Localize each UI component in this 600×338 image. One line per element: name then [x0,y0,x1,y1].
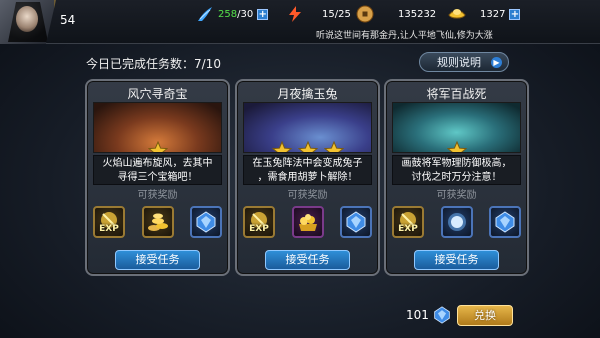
add-stamina-button[interactable]: + [257,8,269,20]
star-icon [323,141,344,152]
star-icon [297,141,318,152]
reward-list: EXP [243,206,372,238]
daily-progress: 今日已完成任务数：7/10 [86,57,221,71]
task-description: 画鼓将军物理防御极高， 讨伐之时万分注意！ [392,155,521,185]
task-description: 火焰山遍布旋风，去其中 寻得三个宝箱吧！ [93,155,222,185]
accept-task-button[interactable]: 接受任务 [414,250,499,270]
task-description-line: 寻得三个宝箱吧！ [117,172,198,183]
reward-list: EXP [392,206,521,238]
star-icon [446,141,467,152]
task-art-image [243,102,372,153]
exp-reward-icon[interactable]: EXP [93,206,125,238]
exchange-button[interactable]: 兑换 [457,305,513,326]
token-balance: 101 [406,306,451,324]
task-description-line: 画鼓将军物理防御极高， [401,158,512,169]
task-description: 在玉兔阵法中会变成兔子 ，需食用胡萝卜解除！ [243,155,372,185]
avatar-face [16,6,38,32]
task-description-line: 在玉兔阵法中会变成兔子 [252,158,363,169]
exp-reward-icon[interactable]: EXP [392,206,424,238]
player-level: 54 [60,13,76,27]
gold-ingot-icon [448,5,466,23]
top-bar: 54 258 /30 + 15/25 135232 1327 + 听说这世间有那… [0,0,600,44]
task-title: 风穴寻奇宝 [127,87,188,101]
rewards-label: 可获奖励 [137,190,178,201]
coins-stat: 135232 [356,5,437,23]
spirit-orb-reward-icon[interactable] [440,206,473,238]
blue-gem-reward-icon[interactable] [190,206,222,238]
task-description-line: ，需食用胡萝卜解除！ [257,172,358,183]
copper-coin-icon [356,5,374,23]
task-art-image [93,102,222,153]
rules-button[interactable]: 规则说明 ▶ [419,52,509,72]
star-icon [147,141,168,152]
star-icon [271,141,292,152]
arrow-right-icon: ▶ [491,57,502,68]
player-avatar[interactable] [0,0,56,44]
exp-label: EXP [249,224,269,234]
star-rating [94,141,221,152]
token-amount: 101 [406,308,429,322]
task-art-image [392,102,521,153]
task-card-2: 月夜擒玉兔 在玉兔阵法中会变成兔子 ，需食用胡萝卜解除！ 可获奖励 EXP 接受… [235,79,380,276]
coins-value: 135232 [398,8,437,20]
rewards-label: 可获奖励 [287,190,328,201]
energy-icon [286,5,304,23]
energy-stat: 15/25 [286,6,351,22]
task-description-line: 火焰山遍布旋风，去其中 [102,158,213,169]
stamina-wing-icon [196,5,214,23]
news-marquee: 听说这世间有那金丹,让人平地飞仙,修为大涨 [316,31,493,41]
gold-stat: 1327 + [448,5,521,23]
blue-gem-reward-icon[interactable] [340,206,372,238]
star-rating [393,141,520,152]
add-gold-button[interactable]: + [509,8,521,20]
exp-label: EXP [398,224,418,234]
blue-gem-reward-icon[interactable] [489,206,521,238]
accept-task-button[interactable]: 接受任务 [115,250,200,270]
stamina-current: 258 [218,8,238,20]
gold-coins-reward-icon[interactable] [141,206,174,238]
exp-reward-icon[interactable]: EXP [243,206,275,238]
task-card-1: 风穴寻奇宝 火焰山遍布旋风，去其中 寻得三个宝箱吧！ 可获奖励 EXP 接受任务 [85,79,230,276]
treasure-reward-icon[interactable] [291,206,324,238]
star-rating [244,141,371,152]
rewards-label: 可获奖励 [436,190,477,201]
rules-button-label: 规则说明 [437,56,481,69]
reward-list: EXP [93,206,222,238]
task-title: 将军百战死 [426,87,487,101]
blue-gem-icon [434,306,450,324]
task-title: 月夜擒玉兔 [277,87,338,101]
task-card-3: 将军百战死 画鼓将军物理防御极高， 讨伐之时万分注意！ 可获奖励 EXP 接受任… [384,79,529,276]
energy-value: 15/25 [322,8,351,20]
accept-task-button[interactable]: 接受任务 [265,250,350,270]
game-screen: 54 258 /30 + 15/25 135232 1327 + 听说这世间有那… [0,0,600,338]
task-description-line: 讨伐之时万分注意！ [411,172,502,183]
gold-value: 1327 [480,8,506,20]
exp-label: EXP [99,224,119,234]
stamina-max: /30 [237,8,254,20]
stamina-stat: 258 /30 + [196,5,269,23]
